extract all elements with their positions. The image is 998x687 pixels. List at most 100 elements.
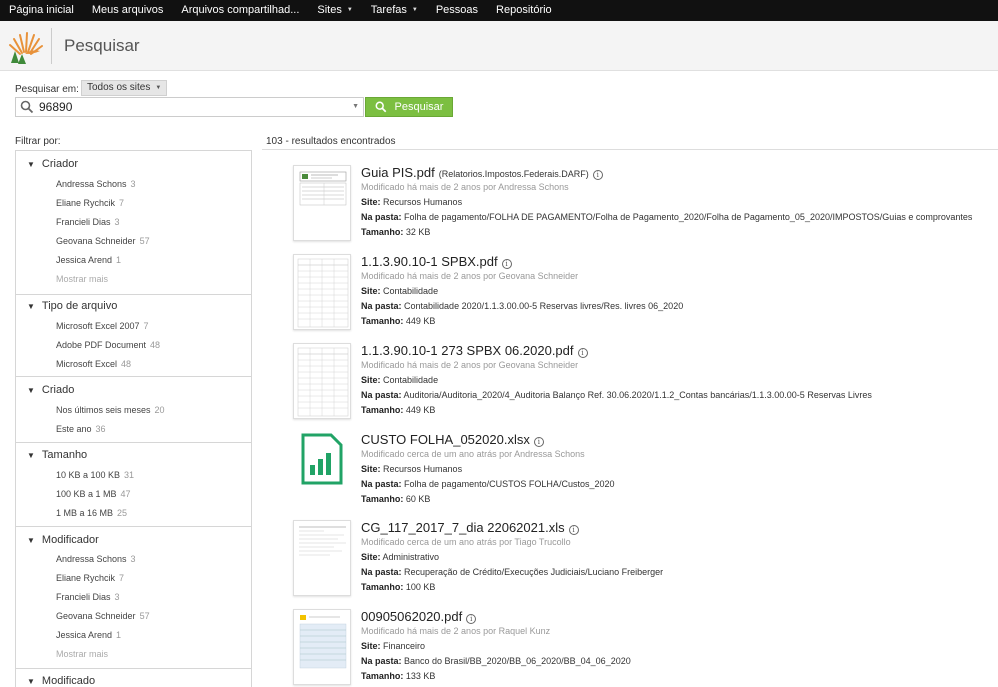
- folder-link[interactable]: Folha de pagamento/FOLHA DE PAGAMENTO/Fo…: [404, 212, 972, 222]
- nav-tasks[interactable]: Tarefas ▼: [362, 0, 427, 21]
- site-link[interactable]: Financeiro: [383, 641, 425, 651]
- document-thumbnail[interactable]: [293, 343, 351, 419]
- facet-title[interactable]: ▼ Criado: [27, 384, 74, 396]
- facet-item-label: Eliane Rychcik: [56, 573, 116, 583]
- search-button[interactable]: Pesquisar: [365, 97, 453, 117]
- facet-item-count: 48: [150, 340, 161, 350]
- facet-item[interactable]: Geovana Schneider 57: [56, 236, 150, 246]
- folder-link[interactable]: Recuperação de Crédito/Execuções Judicia…: [404, 567, 663, 577]
- folder-link[interactable]: Contabilidade 2020/1.1.3.00.00-5 Reserva…: [404, 301, 683, 311]
- result-folder: Na pasta: Auditoria/Auditoria_2020/4_Aud…: [361, 390, 872, 400]
- show-more-link[interactable]: Mostrar mais: [56, 649, 108, 659]
- size-label: Tamanho:: [361, 494, 404, 504]
- facet-item[interactable]: Andressa Schons 3: [56, 179, 136, 189]
- nav-shared-files[interactable]: Arquivos compartilhad...: [172, 0, 308, 21]
- facet-item-count: 3: [114, 217, 120, 227]
- facet-item[interactable]: Microsoft Excel 48: [56, 359, 131, 369]
- site-link[interactable]: Contabilidade: [383, 375, 438, 385]
- document-thumbnail[interactable]: [293, 609, 351, 685]
- info-icon[interactable]: i: [501, 259, 512, 269]
- result-modified: Modificado há mais de 2 anos por Raquel …: [361, 626, 551, 636]
- nav-repository[interactable]: Repositório: [487, 0, 561, 21]
- result-name-link[interactable]: CUSTO FOLHA_052020.xlsx: [361, 432, 530, 447]
- facet-item-count: 47: [120, 489, 131, 499]
- facet-item[interactable]: Adobe PDF Document 48: [56, 340, 160, 350]
- nav-home[interactable]: Página inicial: [0, 0, 83, 21]
- info-icon[interactable]: i: [533, 437, 544, 447]
- result-title: 1.1.3.90.10-1 SPBX.pdf i: [361, 254, 512, 269]
- facet-item[interactable]: Francieli Dias 3: [56, 217, 120, 227]
- facet-item[interactable]: Este ano 36: [56, 424, 106, 434]
- facet-item[interactable]: Nos últimos seis meses 20: [56, 405, 165, 415]
- document-thumbnail[interactable]: [293, 165, 351, 241]
- result-size: Tamanho: 32 KB: [361, 227, 430, 237]
- facet-item-count: 7: [143, 321, 149, 331]
- facet-item-label: Microsoft Excel: [56, 359, 118, 369]
- site-link[interactable]: Recursos Humanos: [383, 464, 462, 474]
- site-link[interactable]: Contabilidade: [383, 286, 438, 296]
- result-site: Site: Recursos Humanos: [361, 197, 462, 207]
- facet-item[interactable]: Eliane Rychcik 7: [56, 573, 124, 583]
- folder-link[interactable]: Folha de pagamento/CUSTOS FOLHA/Custos_2…: [404, 479, 614, 489]
- info-icon[interactable]: i: [592, 170, 603, 180]
- result-name-link[interactable]: 1.1.3.90.10-1 SPBX.pdf: [361, 254, 498, 269]
- search-scope-select[interactable]: Todos os sites ▼: [81, 80, 168, 96]
- info-icon[interactable]: i: [466, 614, 477, 624]
- facet-item[interactable]: 10 KB a 100 KB 31: [56, 470, 134, 480]
- site-link[interactable]: Recursos Humanos: [383, 197, 462, 207]
- facet-item-count: 7: [119, 198, 125, 208]
- result-name-link[interactable]: CG_117_2017_7_dia 22062021.xls: [361, 520, 565, 535]
- site-label: Site:: [361, 641, 381, 651]
- result-folder: Na pasta: Folha de pagamento/CUSTOS FOLH…: [361, 479, 614, 489]
- facet-item[interactable]: 1 MB a 16 MB 25: [56, 508, 127, 518]
- facet-item-label: Jessica Arend: [56, 255, 113, 265]
- facet-size: ▼ Tamanho 10 KB a 100 KB 31 100 KB a 1 MB 4…: [16, 443, 251, 527]
- facet-item[interactable]: 100 KB a 1 MB 47: [56, 489, 131, 499]
- chevron-down-icon: ▼: [411, 7, 418, 13]
- info-icon[interactable]: i: [577, 348, 588, 358]
- site-label: Site:: [361, 286, 381, 296]
- facet-title[interactable]: ▼ Modificador: [27, 534, 99, 546]
- folder-link[interactable]: Banco do Brasil/BB_2020/BB_06_2020/BB_04…: [404, 656, 631, 666]
- facet-title-text: Tamanho: [41, 449, 88, 461]
- nav-people[interactable]: Pessoas: [427, 0, 487, 21]
- result-size: Tamanho: 449 KB: [361, 316, 435, 326]
- document-thumbnail[interactable]: [293, 520, 351, 596]
- site-link[interactable]: Administrativo: [383, 552, 440, 562]
- result-name-link[interactable]: 00905062020.pdf: [361, 609, 462, 624]
- document-thumbnail[interactable]: [293, 254, 351, 330]
- facet-title[interactable]: ▼ Tipo de arquivo: [27, 300, 117, 312]
- nav-sites[interactable]: Sites ▼: [308, 0, 361, 21]
- facet-title[interactable]: ▼ Tamanho: [27, 449, 87, 461]
- facet-item[interactable]: Jessica Arend 1: [56, 255, 121, 265]
- facet-item[interactable]: Francieli Dias 3: [56, 592, 120, 602]
- facet-item[interactable]: Jessica Arend 1: [56, 630, 121, 640]
- search-input[interactable]: [39, 100, 339, 114]
- show-more-link[interactable]: Mostrar mais: [56, 274, 108, 284]
- facet-item-label: Geovana Schneider: [56, 236, 136, 246]
- folder-link[interactable]: Auditoria/Auditoria_2020/4_Auditoria Bal…: [404, 390, 872, 400]
- facet-title[interactable]: ▼ Modificado: [27, 675, 95, 687]
- search-field[interactable]: ▼: [15, 97, 364, 117]
- excel-file-icon[interactable]: [301, 433, 343, 485]
- site-label: Site:: [361, 197, 381, 207]
- facet-item[interactable]: Microsoft Excel 2007 7: [56, 321, 149, 331]
- facet-item[interactable]: Andressa Schons 3: [56, 554, 136, 564]
- facet-item-label: 10 KB a 100 KB: [56, 470, 121, 480]
- facet-item[interactable]: Eliane Rychcik 7: [56, 198, 124, 208]
- folder-label: Na pasta:: [361, 212, 402, 222]
- filter-label: Filtrar por:: [15, 136, 61, 147]
- facet-item-label: Adobe PDF Document: [56, 340, 147, 350]
- info-icon[interactable]: i: [568, 525, 579, 535]
- chevron-down-icon[interactable]: ▼: [352, 103, 359, 110]
- result-name-link[interactable]: 1.1.3.90.10-1 273 SPBX 06.2020.pdf: [361, 343, 574, 358]
- search-result: Guia PIS.pdf (Relatorios.Impostos.Federa…: [290, 162, 998, 246]
- nav-label: Repositório: [496, 4, 552, 16]
- facet-title[interactable]: ▼ Criador: [27, 158, 78, 170]
- folder-label: Na pasta:: [361, 567, 402, 577]
- result-name-link[interactable]: Guia PIS.pdf: [361, 165, 435, 180]
- facet-item[interactable]: Geovana Schneider 57: [56, 611, 150, 621]
- results-count: 103 - resultados encontrados: [266, 136, 396, 147]
- nav-my-files[interactable]: Meus arquivos: [83, 0, 173, 21]
- facet-item-count: 57: [139, 236, 150, 246]
